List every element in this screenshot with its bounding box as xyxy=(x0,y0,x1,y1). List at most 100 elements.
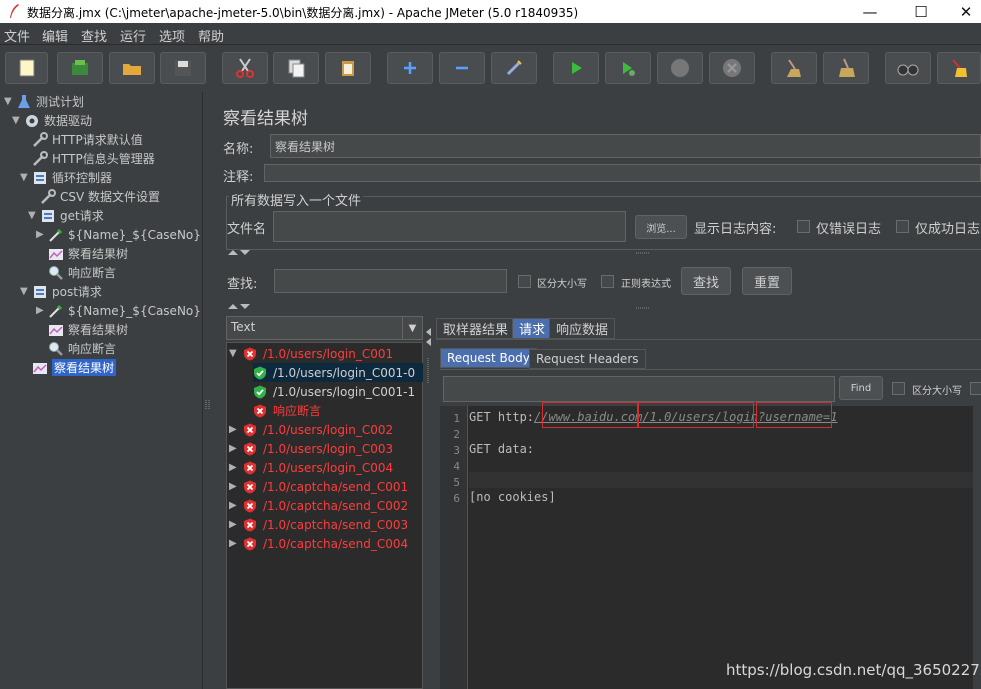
clear-all-button[interactable] xyxy=(823,52,869,84)
start-button[interactable] xyxy=(553,52,599,84)
collapse-arrow-icon[interactable]: ▼ xyxy=(4,96,16,107)
success-only-checkbox[interactable] xyxy=(896,220,909,233)
filename-field[interactable] xyxy=(273,211,626,242)
search-button[interactable]: 查找 xyxy=(681,267,731,295)
tab-response-data[interactable]: 响应数据 xyxy=(549,318,616,339)
result-row[interactable]: /1.0/users/login_C001-0 xyxy=(253,363,423,382)
tree-node-thread-group[interactable]: ▼ 数据驱动 xyxy=(12,111,92,130)
tree-node-assertion-get[interactable]: 响应断言 xyxy=(48,263,116,282)
menu-edit[interactable]: 编辑 xyxy=(42,26,68,45)
browse-button[interactable]: 浏览... xyxy=(635,215,687,239)
case-sensitive-checkbox[interactable] xyxy=(518,275,531,288)
results-splitter[interactable] xyxy=(424,312,433,689)
result-row[interactable]: ▶ /1.0/users/login_C004 xyxy=(229,458,393,477)
expand-arrow-icon[interactable]: ▶ xyxy=(36,305,48,316)
collapse-arrow-icon[interactable]: ▼ xyxy=(12,115,24,126)
menu-search[interactable]: 查找 xyxy=(81,26,107,45)
tree-node-header-manager[interactable]: HTTP信息头管理器 xyxy=(32,149,155,168)
toggle-button[interactable] xyxy=(491,52,537,84)
cut-button[interactable] xyxy=(222,52,268,84)
new-button[interactable] xyxy=(5,52,48,84)
collapse-arrow-icon[interactable]: ▼ xyxy=(229,348,243,359)
result-row[interactable]: ▶ /1.0/captcha/send_C003 xyxy=(229,515,408,534)
editor-scrollbar[interactable] xyxy=(973,406,981,689)
save-button[interactable] xyxy=(160,52,206,84)
tree-splitter[interactable] xyxy=(203,92,211,689)
paste-button[interactable] xyxy=(325,52,371,84)
tab-request-headers[interactable]: Request Headers xyxy=(529,349,646,369)
request-body-editor[interactable]: 1 2 3 4 5 6 GET http://www.baidu.com/1.0… xyxy=(440,402,981,689)
tree-node-label: 察看结果树 xyxy=(68,247,129,261)
tree-node-get-sampler[interactable]: ▶ ${Name}_${CaseNo} xyxy=(36,225,201,244)
expand-arrow-icon[interactable]: ▶ xyxy=(229,462,243,473)
failure-shield-icon xyxy=(244,499,256,512)
close-button[interactable]: ✕ xyxy=(944,0,981,23)
collapse-arrow-icon[interactable]: ▼ xyxy=(20,286,32,297)
tree-node-view-results-selected[interactable]: 察看结果树 xyxy=(32,358,117,377)
tree-node-view-results-get[interactable]: 察看结果树 xyxy=(48,244,128,263)
stop-button[interactable] xyxy=(657,52,703,84)
collapse-arrow-icon[interactable]: ▼ xyxy=(20,172,32,183)
comment-field[interactable] xyxy=(264,164,981,182)
start-no-pauses-button[interactable] xyxy=(605,52,651,84)
minimize-button[interactable]: — xyxy=(848,0,892,23)
menu-options[interactable]: 选项 xyxy=(159,26,185,45)
reset-search-button[interactable] xyxy=(937,52,981,84)
copy-button[interactable] xyxy=(273,52,319,84)
reset-button[interactable]: 重置 xyxy=(742,267,792,295)
collapse-all-button[interactable] xyxy=(439,52,485,84)
find-button[interactable]: Find xyxy=(839,376,883,400)
tab-request[interactable]: 请求 xyxy=(512,318,553,339)
tree-node-assertion-post[interactable]: 响应断言 xyxy=(48,339,116,358)
templates-button[interactable] xyxy=(57,52,103,84)
expand-arrow-icon[interactable]: ▶ xyxy=(229,443,243,454)
collapse-arrow-icon[interactable]: ▼ xyxy=(28,210,40,221)
tree-node-view-results-post[interactable]: 察看结果树 xyxy=(48,320,128,339)
shutdown-button[interactable] xyxy=(709,52,755,84)
result-row[interactable]: ▶ /1.0/users/login_C002 xyxy=(229,420,393,439)
search-button[interactable] xyxy=(885,52,931,84)
search-input[interactable] xyxy=(274,269,507,293)
expand-arrow-icon[interactable]: ▶ xyxy=(229,519,243,530)
menu-file[interactable]: 文件 xyxy=(4,26,30,45)
result-row[interactable]: ▶ /1.0/captcha/send_C001 xyxy=(229,477,408,496)
find-case-checkbox[interactable] xyxy=(892,382,905,395)
expand-all-button[interactable] xyxy=(387,52,433,84)
split-arrows-icon[interactable] xyxy=(227,248,251,256)
open-button[interactable] xyxy=(109,52,155,84)
expand-arrow-icon[interactable]: ▶ xyxy=(229,538,243,549)
tree-node-csv-config[interactable]: CSV 数据文件设置 xyxy=(40,187,160,206)
menu-run[interactable]: 运行 xyxy=(120,26,146,45)
expand-arrow-icon[interactable]: ▶ xyxy=(229,500,243,511)
name-field[interactable]: 察看结果树 xyxy=(270,134,981,158)
find-input[interactable] xyxy=(443,376,835,402)
menu-help[interactable]: 帮助 xyxy=(198,26,224,45)
result-row[interactable]: /1.0/users/login_C001-1 xyxy=(253,382,415,401)
errors-only-checkbox[interactable] xyxy=(797,220,810,233)
tab-sampler-result[interactable]: 取样器结果 xyxy=(436,318,516,339)
expand-arrow-icon[interactable]: ▶ xyxy=(36,229,48,240)
result-row[interactable]: ▶ /1.0/captcha/send_C004 xyxy=(229,534,408,553)
regex-checkbox[interactable] xyxy=(601,275,614,288)
clear-button[interactable] xyxy=(771,52,817,84)
annotation-box-path xyxy=(638,402,754,428)
result-row[interactable]: ▼ /1.0/users/login_C001 xyxy=(229,344,393,363)
tree-node-test-plan[interactable]: ▼ 测试计划 xyxy=(4,92,84,111)
tab-request-body[interactable]: Request Body xyxy=(440,348,537,368)
tree-node-post-sampler[interactable]: ▶ ${Name}_${CaseNo} xyxy=(36,301,201,320)
result-row[interactable]: ▶ /1.0/captcha/send_C002 xyxy=(229,496,408,515)
expand-arrow-icon[interactable]: ▶ xyxy=(229,481,243,492)
code-text: GET http: xyxy=(469,410,535,424)
split-arrows-icon[interactable] xyxy=(227,302,251,310)
result-row[interactable]: ▶ /1.0/users/login_C003 xyxy=(229,439,393,458)
chevron-down-icon[interactable]: ▼ xyxy=(402,317,422,339)
tree-node-http-defaults[interactable]: HTTP请求默认值 xyxy=(32,130,143,149)
expand-arrow-icon[interactable]: ▶ xyxy=(229,424,243,435)
maximize-button[interactable]: ☐ xyxy=(899,0,943,23)
tree-node-get-request[interactable]: ▼ get请求 xyxy=(28,206,104,225)
tree-node-post-request[interactable]: ▼ post请求 xyxy=(20,282,102,301)
result-row[interactable]: 响应断言 xyxy=(253,401,321,420)
tree-node-loop-controller[interactable]: ▼ 循环控制器 xyxy=(20,168,112,187)
find-regex-checkbox[interactable] xyxy=(970,382,981,395)
renderer-select[interactable]: Text ▼ xyxy=(226,316,423,340)
